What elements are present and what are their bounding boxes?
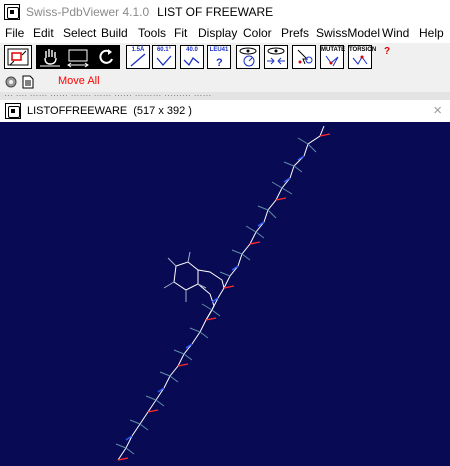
menu-fit[interactable]: Fit (174, 26, 187, 40)
toolbar: 1.5Å 60.1° 40.0 LEU41 ? MUTATE TORSION ? (0, 43, 450, 73)
torsion-button[interactable]: TORSION (348, 45, 377, 69)
translate-button[interactable] (36, 45, 64, 69)
measure-angle-button[interactable]: 60.1° (152, 45, 176, 69)
molecule-viewer[interactable] (0, 122, 450, 466)
move-all-label[interactable]: Move All (58, 75, 100, 87)
svg-text:?: ? (216, 57, 223, 68)
menu-wind[interactable]: Wind (382, 26, 409, 40)
menu-build[interactable]: Build (101, 26, 128, 40)
button-label: 60.1° (156, 47, 172, 53)
menu-edit[interactable]: Edit (33, 26, 54, 40)
viewer-window-titlebar: LISTOFFREEWARE (517 x 392 ) × (0, 100, 450, 122)
zoom-icon (67, 49, 89, 68)
control-panel-strip: … …. …… …… ……. …… …… ……… ……… …… (0, 92, 450, 100)
title-bar: Swiss-PdbViewer 4.1.0 LIST OF FREEWARE (0, 0, 450, 24)
menu-help[interactable]: Help (419, 26, 444, 40)
layer-bar: Move All (0, 73, 450, 92)
button-label: LEU41 (209, 47, 229, 53)
fit-window-icon (7, 48, 29, 66)
mutate-button[interactable]: MUTATE (320, 45, 346, 69)
hand-icon (40, 49, 60, 67)
button-label: TORSION (349, 47, 377, 53)
select-atom-button[interactable] (292, 45, 316, 69)
fit-to-window-button[interactable] (4, 45, 32, 69)
document-title: LIST OF FREEWARE (157, 5, 274, 19)
eye-target-icon (239, 47, 257, 67)
menu-tools[interactable]: Tools (138, 26, 166, 40)
zoom-button[interactable] (64, 45, 92, 69)
window-icon (5, 103, 21, 119)
identify-residue-button[interactable]: LEU41 ? (207, 45, 231, 69)
close-icon[interactable]: × (433, 103, 442, 118)
menu-select[interactable]: Select (63, 26, 96, 40)
menu-file[interactable]: File (5, 26, 24, 40)
viewer-window-size: (517 x 392 ) (133, 105, 192, 117)
app-icon (4, 4, 20, 20)
molecule-structure (115, 125, 331, 461)
viewer-window-title: LISTOFFREEWARE (27, 105, 128, 117)
strip-text: … …. …… …… ……. …… …… ……… ……… …… (4, 92, 212, 98)
button-label: 40.0 (186, 47, 198, 53)
app-name: Swiss-PdbViewer 4.1.0 (26, 5, 150, 19)
menu-swissmodel[interactable]: SwissModel (316, 26, 380, 40)
button-label: MUTATE (321, 47, 346, 53)
context-help-icon[interactable]: ? (384, 46, 393, 57)
menu-display[interactable]: Display (198, 26, 237, 40)
measure-torsion-button[interactable]: 40.0 (180, 45, 204, 69)
neighbors-button[interactable] (264, 45, 288, 69)
rotate-icon (99, 49, 113, 64)
document-icon[interactable] (22, 75, 34, 89)
neighbors-icon (267, 47, 285, 65)
button-label: 1.5Å (131, 47, 145, 53)
menu-bar: File Edit Select Build Tools Fit Display… (0, 24, 450, 43)
arrow-pointer-icon (297, 49, 313, 65)
menu-prefs[interactable]: Prefs (281, 26, 309, 40)
center-button[interactable] (236, 45, 260, 69)
rotate-button[interactable] (92, 45, 120, 69)
measure-distance-button[interactable]: 1.5Å (126, 45, 150, 69)
gear-icon[interactable] (4, 75, 18, 89)
menu-color[interactable]: Color (243, 26, 272, 40)
molecule-canvas[interactable] (0, 122, 450, 466)
